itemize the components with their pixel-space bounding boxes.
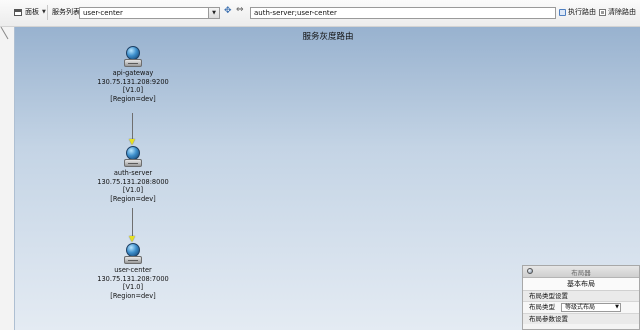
layout-panel-title: 布局器 xyxy=(571,269,591,277)
node-region: [Region=dev] xyxy=(110,292,156,301)
node-name: api-gateway xyxy=(112,69,154,77)
resize-handle-icon[interactable] xyxy=(0,27,14,41)
node-version: [V1.0] xyxy=(122,283,144,292)
service-node-icon xyxy=(124,243,142,265)
layout-type-settings-header: 布局类型设置 xyxy=(523,291,639,302)
toolbar: 面板 ▼ 服务列表 user-center ▼ ✥ ⇔ auth-server;… xyxy=(0,0,640,27)
chevron-down-icon[interactable]: ▼ xyxy=(208,8,219,18)
node-name: user-center xyxy=(114,266,152,274)
layout-params-header: 布局参数设置 xyxy=(523,314,639,324)
service-node-auth-server[interactable]: auth-server 130.75.131.208:8000 [V1.0] [… xyxy=(87,146,179,204)
left-strip xyxy=(0,27,14,330)
arrow-head-icon xyxy=(129,236,135,242)
execute-route-label: 执行路由 xyxy=(568,8,596,16)
panel-menu-label: 面板 xyxy=(25,8,39,16)
clear-icon xyxy=(599,9,606,16)
node-name: auth-server xyxy=(113,169,153,177)
service-list-label: 服务列表 xyxy=(52,8,80,16)
toolbar-divider xyxy=(47,5,48,20)
edge-gateway-auth xyxy=(132,113,133,141)
service-select-value: user-center xyxy=(83,9,123,17)
clear-route-label: 清除路由 xyxy=(608,8,636,16)
service-select[interactable]: user-center ▼ xyxy=(79,7,220,19)
canvas-title: 服务灰度路由 xyxy=(302,32,354,42)
edge-auth-user xyxy=(132,208,133,238)
node-address: 130.75.131.208:9200 xyxy=(97,77,169,86)
node-region: [Region=dev] xyxy=(110,195,156,204)
clear-route-button[interactable]: 清除路由 xyxy=(599,6,636,19)
route-input[interactable]: auth-server;user-center xyxy=(250,7,556,19)
layout-section-tab[interactable]: 基本布局 xyxy=(523,278,639,291)
service-node-icon xyxy=(124,146,142,168)
move-icon[interactable]: ✥ xyxy=(224,5,232,18)
layout-type-label: 布局类型 xyxy=(529,303,555,311)
node-address: 130.75.131.208:7000 xyxy=(97,274,169,283)
layout-panel-titlebar[interactable]: 布局器 xyxy=(523,266,639,278)
layout-type-select[interactable]: 等级式布局 ▼ xyxy=(561,303,621,312)
panel-icon xyxy=(14,9,22,16)
layout-panel: 布局器 基本布局 布局类型设置 布局类型 等级式布局 ▼ 布局参数设置 xyxy=(522,265,640,330)
layout-type-value: 等级式布局 xyxy=(565,304,596,311)
node-region: [Region=dev] xyxy=(110,95,156,104)
service-node-icon xyxy=(124,46,142,68)
layout-type-field: 布局类型 等级式布局 ▼ xyxy=(523,302,639,314)
node-address: 130.75.131.208:8000 xyxy=(97,177,169,186)
panel-menu-button[interactable]: 面板 ▼ xyxy=(14,6,46,19)
chevron-down-icon: ▼ xyxy=(42,9,46,15)
execute-icon xyxy=(559,9,566,16)
service-node-user-center[interactable]: user-center 130.75.131.208:7000 [V1.0] [… xyxy=(87,243,179,301)
node-version: [V1.0] xyxy=(122,186,144,195)
arrow-head-icon xyxy=(129,139,135,145)
link-icon: ⇔ xyxy=(236,5,244,15)
route-input-value: auth-server;user-center xyxy=(254,9,337,17)
service-node-api-gateway[interactable]: api-gateway 130.75.131.208:9200 [V1.0] [… xyxy=(87,46,179,104)
execute-route-button[interactable]: 执行路由 xyxy=(559,6,596,19)
chevron-down-icon: ▼ xyxy=(615,304,619,310)
node-version: [V1.0] xyxy=(122,86,144,95)
